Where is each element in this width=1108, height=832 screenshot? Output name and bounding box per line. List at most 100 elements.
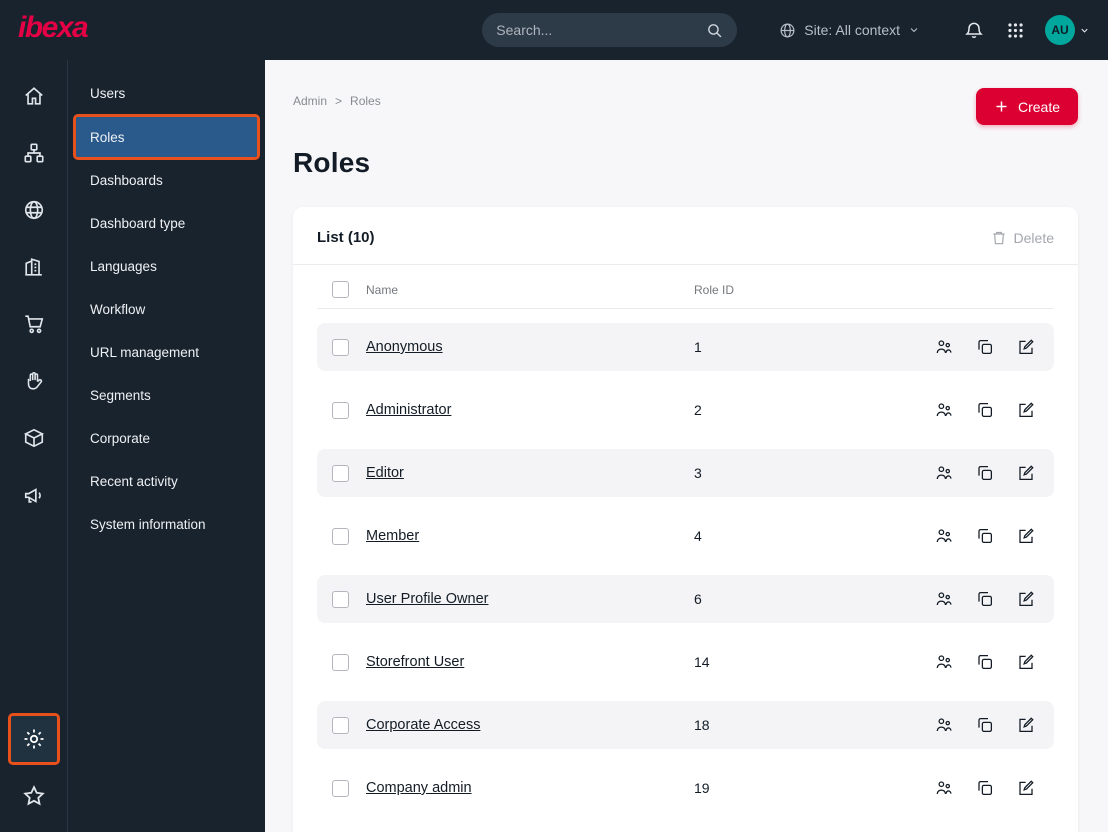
breadcrumb-admin[interactable]: Admin bbox=[293, 94, 327, 108]
copy-role-button[interactable] bbox=[976, 653, 994, 671]
role-name-link[interactable]: Corporate Access bbox=[366, 717, 480, 733]
assign-users-button[interactable] bbox=[935, 653, 953, 671]
table-row: Company admin 19 bbox=[317, 764, 1054, 812]
row-checkbox[interactable] bbox=[332, 590, 349, 608]
nav-company-button[interactable] bbox=[14, 247, 54, 287]
copy-role-button[interactable] bbox=[976, 464, 994, 482]
assign-users-button[interactable] bbox=[935, 338, 953, 356]
role-name-link[interactable]: Administrator bbox=[366, 402, 451, 418]
box-icon bbox=[23, 427, 45, 449]
row-actions bbox=[935, 779, 1039, 797]
sidebar-menu-item[interactable]: System information bbox=[68, 503, 265, 546]
topbar: ibexa Site: All context bbox=[0, 0, 1108, 60]
hand-icon bbox=[23, 370, 45, 392]
nav-commerce-button[interactable] bbox=[14, 304, 54, 344]
user-menu[interactable]: AU bbox=[1045, 15, 1090, 45]
assign-users-icon bbox=[935, 338, 953, 356]
cart-icon bbox=[23, 313, 45, 335]
apps-grid-button[interactable] bbox=[1004, 19, 1027, 42]
edit-icon bbox=[1017, 401, 1035, 419]
globe-icon bbox=[23, 199, 45, 221]
row-checkbox[interactable] bbox=[332, 338, 349, 356]
sidebar-menu-item[interactable]: Languages bbox=[68, 245, 265, 288]
search-box[interactable] bbox=[482, 13, 738, 47]
roles-list-card: List (10) Delete Name Role ID Anonymous … bbox=[293, 207, 1078, 832]
ibexa-logo[interactable]: ibexa bbox=[18, 13, 89, 43]
assign-users-button[interactable] bbox=[935, 401, 953, 419]
edit-role-button[interactable] bbox=[1017, 779, 1035, 797]
table-header: Name Role ID bbox=[317, 265, 1054, 309]
role-name-link[interactable]: Anonymous bbox=[366, 339, 443, 355]
copy-role-button[interactable] bbox=[976, 590, 994, 608]
nav-marketing-button[interactable] bbox=[14, 475, 54, 515]
copy-role-button[interactable] bbox=[976, 401, 994, 419]
copy-icon bbox=[976, 716, 994, 734]
bookmarks-button[interactable] bbox=[14, 776, 54, 816]
row-checkbox[interactable] bbox=[332, 527, 349, 545]
role-name-link[interactable]: Storefront User bbox=[366, 654, 464, 670]
sidebar-menu-item[interactable]: Dashboard type bbox=[68, 202, 265, 245]
megaphone-icon bbox=[23, 484, 45, 506]
edit-icon bbox=[1017, 527, 1035, 545]
ibexa-admin-screen: ibexa Site: All context bbox=[0, 0, 1108, 832]
site-context-label: Site: All context bbox=[804, 22, 900, 38]
edit-icon bbox=[1017, 653, 1035, 671]
sidebar-menu-item[interactable]: Dashboards bbox=[68, 159, 265, 202]
table-row: Storefront User 14 bbox=[317, 638, 1054, 686]
row-checkbox[interactable] bbox=[332, 464, 349, 482]
sidebar-menu-item[interactable]: Workflow bbox=[68, 288, 265, 331]
table-row: User Profile Owner 6 bbox=[317, 575, 1054, 623]
sidebar-menu-item[interactable]: Recent activity bbox=[68, 460, 265, 503]
edit-icon bbox=[1017, 590, 1035, 608]
copy-icon bbox=[976, 464, 994, 482]
sidebar-menu-item[interactable]: Segments bbox=[68, 374, 265, 417]
plus-icon bbox=[994, 99, 1009, 114]
nav-catalog-button[interactable] bbox=[14, 418, 54, 458]
notifications-button[interactable] bbox=[962, 18, 986, 42]
create-button[interactable]: Create bbox=[975, 88, 1078, 125]
edit-role-button[interactable] bbox=[1017, 338, 1035, 356]
row-checkbox[interactable] bbox=[332, 716, 349, 734]
breadcrumb-separator: > bbox=[335, 94, 343, 108]
site-context-selector[interactable]: Site: All context bbox=[779, 22, 920, 39]
search-input[interactable] bbox=[496, 22, 699, 38]
nav-site-button[interactable] bbox=[14, 190, 54, 230]
row-actions bbox=[935, 590, 1039, 608]
admin-settings-button[interactable] bbox=[7, 713, 60, 765]
copy-role-button[interactable] bbox=[976, 527, 994, 545]
delete-button[interactable]: Delete bbox=[991, 230, 1054, 246]
nav-content-button[interactable] bbox=[14, 133, 54, 173]
copy-role-button[interactable] bbox=[976, 779, 994, 797]
sidebar-menu-item[interactable]: Corporate bbox=[68, 417, 265, 460]
role-name-link[interactable]: User Profile Owner bbox=[366, 591, 488, 607]
select-all-checkbox[interactable] bbox=[332, 281, 349, 298]
assign-users-button[interactable] bbox=[935, 779, 953, 797]
nav-permissions-button[interactable] bbox=[14, 361, 54, 401]
assign-users-button[interactable] bbox=[935, 464, 953, 482]
assign-users-button[interactable] bbox=[935, 590, 953, 608]
role-name-link[interactable]: Editor bbox=[366, 465, 404, 481]
breadcrumb-roles[interactable]: Roles bbox=[350, 94, 381, 108]
copy-role-button[interactable] bbox=[976, 716, 994, 734]
grid-icon bbox=[1006, 21, 1025, 40]
nav-dashboard-button[interactable] bbox=[14, 76, 54, 116]
assign-users-button[interactable] bbox=[935, 527, 953, 545]
row-checkbox[interactable] bbox=[332, 779, 349, 797]
copy-role-button[interactable] bbox=[976, 338, 994, 356]
assign-users-icon bbox=[935, 401, 953, 419]
edit-role-button[interactable] bbox=[1017, 401, 1035, 419]
edit-role-button[interactable] bbox=[1017, 590, 1035, 608]
role-name-link[interactable]: Member bbox=[366, 528, 419, 544]
edit-role-button[interactable] bbox=[1017, 527, 1035, 545]
edit-role-button[interactable] bbox=[1017, 716, 1035, 734]
row-checkbox[interactable] bbox=[332, 401, 349, 419]
assign-users-button[interactable] bbox=[935, 716, 953, 734]
sidebar-menu-item[interactable]: Users bbox=[68, 72, 265, 115]
edit-role-button[interactable] bbox=[1017, 653, 1035, 671]
row-checkbox[interactable] bbox=[332, 653, 349, 671]
sidebar-menu-item[interactable]: Roles bbox=[73, 114, 260, 160]
row-actions bbox=[935, 464, 1039, 482]
role-name-link[interactable]: Company admin bbox=[366, 780, 472, 796]
edit-role-button[interactable] bbox=[1017, 464, 1035, 482]
sidebar-menu-item[interactable]: URL management bbox=[68, 331, 265, 374]
